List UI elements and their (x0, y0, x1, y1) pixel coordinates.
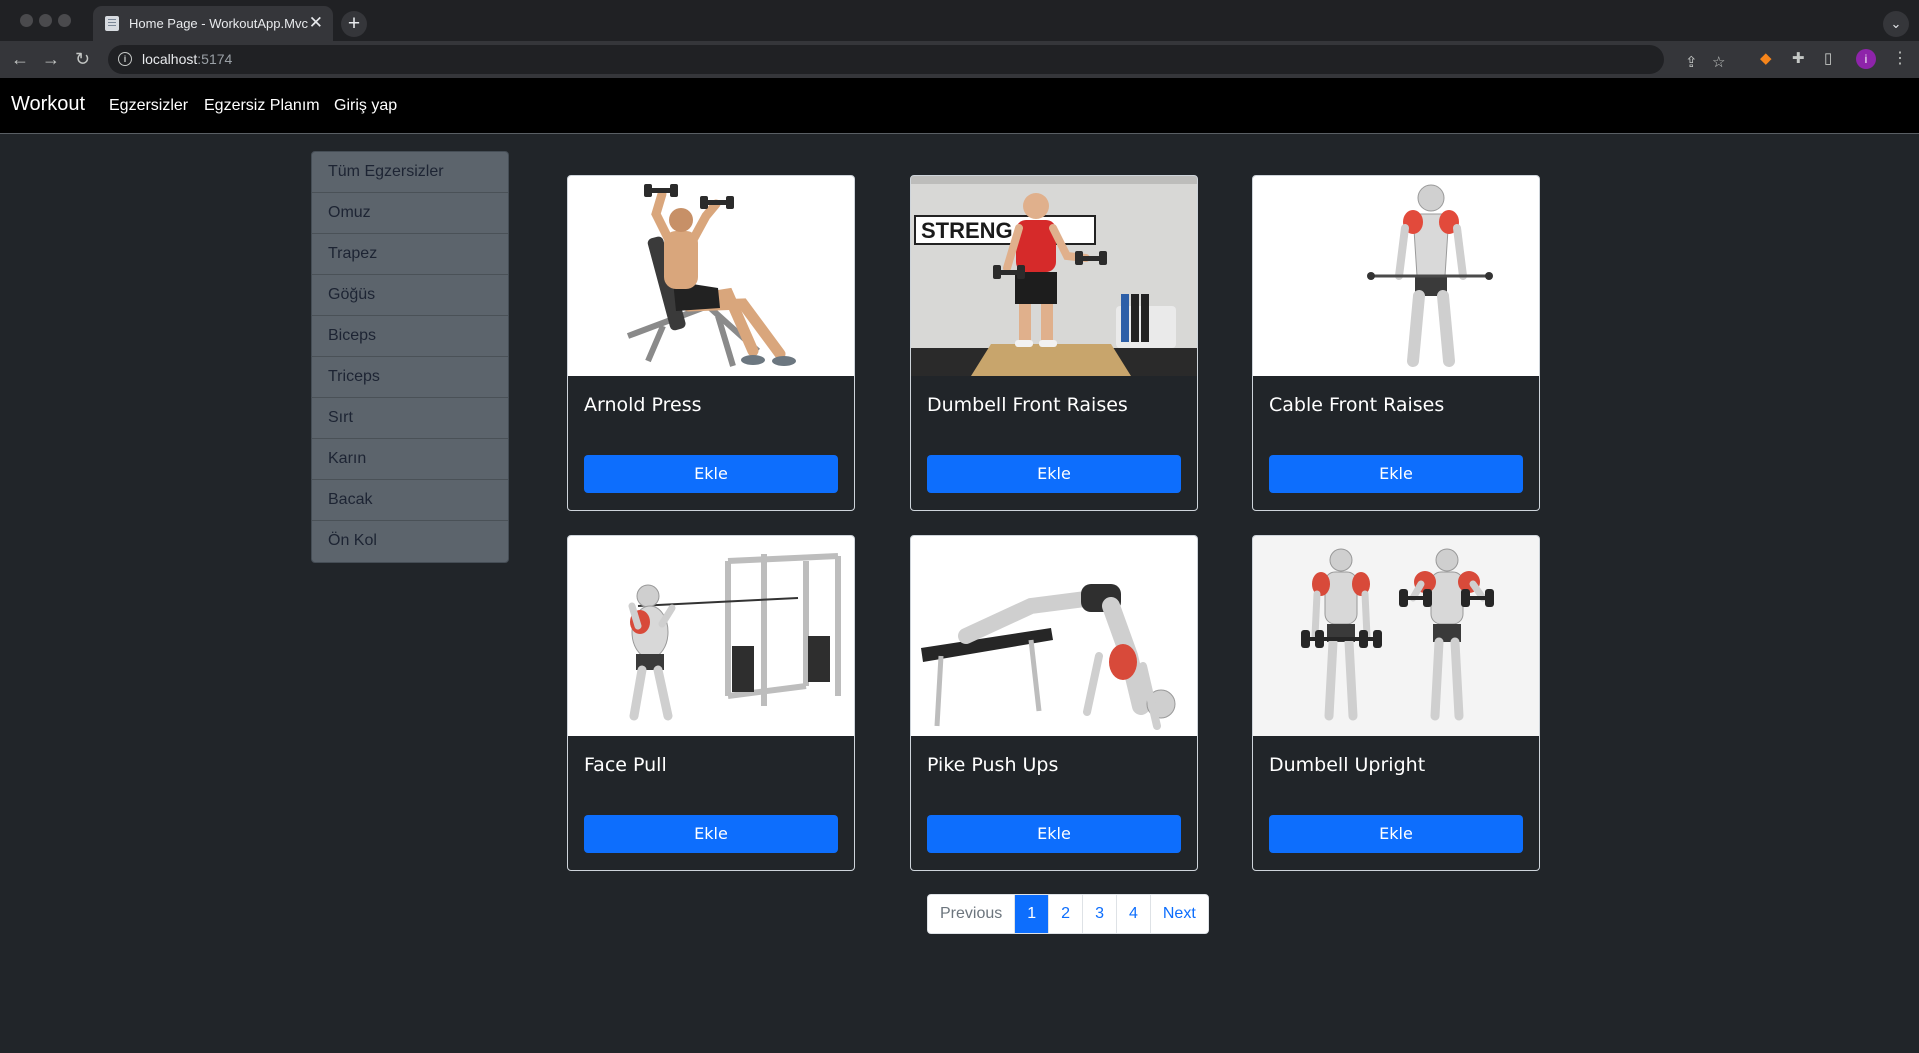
category-item-biceps[interactable]: Biceps (312, 316, 508, 357)
page-favicon-icon (105, 16, 119, 31)
cable-front-raises-image (1253, 176, 1539, 376)
card-title: Cable Front Raises (1269, 394, 1445, 416)
nav-link-egzersiz-planim[interactable]: Egzersiz Planım (204, 97, 320, 115)
card-title: Face Pull (584, 754, 667, 776)
arnold-press-image (568, 176, 854, 376)
window-close-dot[interactable] (20, 14, 33, 27)
card-title: Pike Push Ups (927, 754, 1059, 776)
browser-tab[interactable]: Home Page - WorkoutApp.Mvc ✕ (93, 6, 333, 41)
pike-push-ups-image (911, 536, 1197, 736)
category-item-sirt[interactable]: Sırt (312, 398, 508, 439)
new-tab-button[interactable]: + (341, 11, 367, 37)
card-title: Dumbell Upright (1269, 754, 1426, 776)
site-navbar: Workout Egzersizler Egzersiz Planım Giri… (0, 78, 1919, 134)
exercise-card: Pike Push Ups Ekle (910, 535, 1198, 871)
side-panel-icon[interactable]: ▯ (1824, 49, 1832, 69)
pagination-next[interactable]: Next (1150, 895, 1208, 933)
metamask-extension-icon[interactable]: ◆ (1760, 49, 1772, 69)
url-text[interactable]: localhost:5174 (142, 51, 232, 67)
category-item-trapez[interactable]: Trapez (312, 234, 508, 275)
add-exercise-button[interactable]: Ekle (1269, 455, 1523, 493)
pagination-page-4[interactable]: 4 (1116, 895, 1151, 933)
info-icon[interactable]: i (118, 52, 132, 66)
card-title: Arnold Press (584, 394, 702, 416)
dumbell-front-raises-image: STRENG (911, 176, 1197, 376)
pagination: Previous 1 2 3 4 Next (927, 894, 1209, 934)
kebab-menu-icon[interactable]: ⋮ (1892, 49, 1908, 69)
pagination-page-2[interactable]: 2 (1049, 895, 1084, 933)
profile-avatar[interactable]: i (1856, 49, 1876, 69)
window-minimize-dot[interactable] (39, 14, 52, 27)
browser-toolbar: ← → ↻ i localhost:5174 ⇪ ☆ ◆ ✚ ▯ i ⋮ (0, 41, 1919, 78)
window-zoom-dot[interactable] (58, 14, 71, 27)
reload-icon[interactable]: ↻ (75, 47, 90, 71)
add-exercise-button[interactable]: Ekle (927, 455, 1181, 493)
category-item-on-kol[interactable]: Ön Kol (312, 521, 508, 562)
category-item-omuz[interactable]: Omuz (312, 193, 508, 234)
tab-close-icon[interactable]: ✕ (309, 13, 323, 33)
nav-link-giris-yap[interactable]: Giriş yap (334, 97, 397, 115)
nav-link-egzersizler[interactable]: Egzersizler (109, 97, 188, 115)
exercise-card: Face Pull Ekle (567, 535, 855, 871)
pagination-page-1[interactable]: 1 (1015, 895, 1050, 933)
tab-title: Home Page - WorkoutApp.Mvc (129, 16, 308, 31)
category-item-karin[interactable]: Karın (312, 439, 508, 480)
category-item-triceps[interactable]: Triceps (312, 357, 508, 398)
category-item-bacak[interactable]: Bacak (312, 480, 508, 521)
browser-tab-strip: Home Page - WorkoutApp.Mvc ✕ + ⌄ (0, 0, 1919, 41)
exercise-card: Arnold Press Ekle (567, 175, 855, 511)
share-icon[interactable]: ⇪ (1685, 53, 1698, 73)
add-exercise-button[interactable]: Ekle (1269, 815, 1523, 853)
dumbell-upright-image (1253, 536, 1539, 736)
category-item-tum-egzersizler[interactable]: Tüm Egzersizler (312, 152, 508, 193)
category-list: Tüm Egzersizler Omuz Trapez Göğüs Biceps… (311, 151, 509, 563)
forward-icon[interactable]: → (42, 47, 60, 71)
add-exercise-button[interactable]: Ekle (584, 455, 838, 493)
tab-search-chevron-icon[interactable]: ⌄ (1883, 11, 1909, 37)
exercise-card: Cable Front Raises Ekle (1252, 175, 1540, 511)
address-bar[interactable]: i localhost:5174 ⇪ ☆ (108, 45, 1725, 74)
bookmark-star-icon[interactable]: ☆ (1712, 53, 1725, 73)
gym-wall-sign: STRENG (921, 218, 1013, 243)
exercise-card: STRENG Dumbell Front Raises Ekle (910, 175, 1198, 511)
back-icon[interactable]: ← (11, 47, 29, 71)
pagination-page-3[interactable]: 3 (1083, 895, 1117, 933)
card-title: Dumbell Front Raises (927, 394, 1128, 416)
face-pull-image (568, 536, 854, 736)
add-exercise-button[interactable]: Ekle (584, 815, 838, 853)
category-item-gogus[interactable]: Göğüs (312, 275, 508, 316)
exercise-card: Dumbell Upright Ekle (1252, 535, 1540, 871)
add-exercise-button[interactable]: Ekle (927, 815, 1181, 853)
extensions-puzzle-icon[interactable]: ✚ (1792, 49, 1805, 69)
pagination-previous[interactable]: Previous (928, 895, 1016, 933)
navbar-brand[interactable]: Workout (11, 93, 85, 116)
